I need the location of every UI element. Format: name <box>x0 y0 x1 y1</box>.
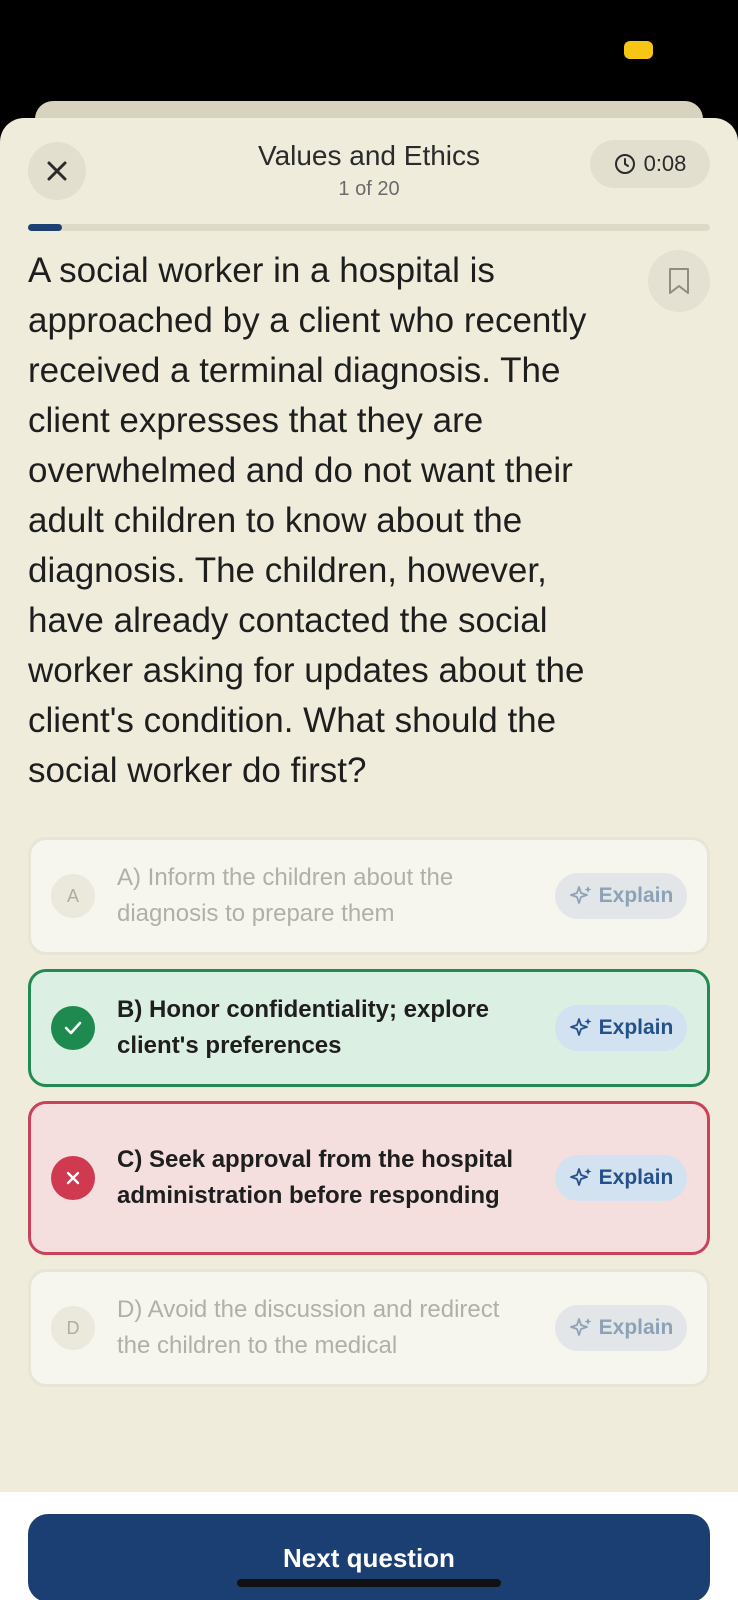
status-bar <box>0 0 738 102</box>
quiz-sheet: Values and Ethics 1 of 20 0:08 A social … <box>0 118 738 1600</box>
option-letter-badge: A <box>51 874 95 918</box>
answer-option-c[interactable]: C) Seek approval from the hospital admin… <box>28 1101 710 1255</box>
sparkle-icon <box>569 1318 592 1336</box>
answer-option-b[interactable]: B) Honor confidentiality; explore client… <box>28 969 710 1087</box>
home-indicator[interactable] <box>237 1579 501 1587</box>
bookmark-icon <box>669 268 689 294</box>
bookmark-button[interactable] <box>648 250 710 312</box>
explain-button[interactable]: Explain <box>555 1155 687 1201</box>
next-question-button[interactable]: Next question <box>28 1514 710 1600</box>
question-text: A social worker in a hospital is approac… <box>28 251 587 790</box>
timer-text: 0:08 <box>643 151 687 176</box>
explain-label: Explain <box>598 1016 674 1039</box>
progress-bar <box>28 224 710 231</box>
explain-label: Explain <box>598 1316 674 1339</box>
explain-button[interactable]: Explain <box>555 873 687 919</box>
explain-button[interactable]: Explain <box>555 1005 687 1051</box>
answer-option-d[interactable]: D D) Avoid the discussion and redirect t… <box>28 1269 710 1387</box>
option-text: B) Honor confidentiality; explore client… <box>117 996 490 1059</box>
option-text: D) Avoid the discussion and redirect the… <box>117 1296 500 1359</box>
option-text: C) Seek approval from the hospital admin… <box>117 1146 514 1209</box>
progress-fill <box>28 224 63 231</box>
explain-label: Explain <box>598 1166 674 1189</box>
x-icon <box>66 1171 80 1185</box>
check-icon <box>64 1021 82 1035</box>
sparkle-icon <box>569 1018 592 1036</box>
sparkle-icon <box>569 1168 592 1186</box>
timer-badge: 0:08 <box>590 140 710 188</box>
status-indicator <box>624 41 653 59</box>
answer-option-a[interactable]: A A) Inform the children about the diagn… <box>28 837 710 955</box>
option-letter-badge: D <box>51 1306 95 1350</box>
incorrect-badge <box>51 1156 95 1200</box>
explain-button[interactable]: Explain <box>555 1305 687 1351</box>
explain-label: Explain <box>598 884 674 907</box>
option-text: A) Inform the children about the diagnos… <box>117 864 454 927</box>
clock-icon <box>614 154 635 174</box>
correct-badge <box>51 1006 95 1050</box>
sparkle-icon <box>569 886 592 904</box>
